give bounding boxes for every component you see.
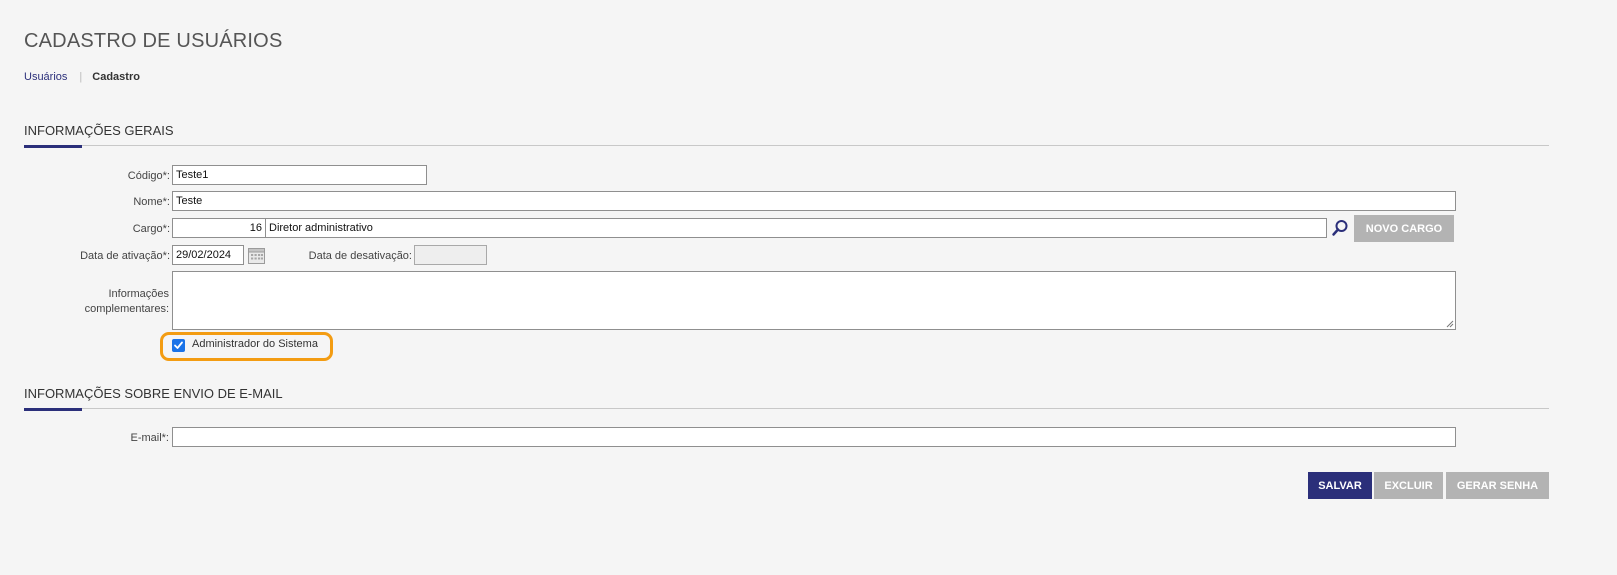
codigo-input[interactable]: Teste1	[172, 165, 427, 185]
page-title: CADASTRO DE USUÁRIOS	[24, 30, 283, 52]
cargo-description-input[interactable]: Diretor administrativo	[265, 218, 1327, 238]
breadcrumb-separator: |	[79, 71, 83, 83]
admin-checkbox[interactable]	[172, 339, 185, 352]
nome-input[interactable]: Teste	[172, 191, 1456, 211]
resize-grip-icon[interactable]	[1446, 320, 1454, 328]
section-title-email: INFORMAÇÕES SOBRE ENVIO DE E-MAIL	[24, 386, 283, 401]
novo-cargo-button[interactable]: NOVO CARGO	[1354, 215, 1454, 242]
check-icon	[174, 341, 183, 349]
cargo-label: Cargo*:	[132, 223, 170, 235]
page: CADASTRO DE USUÁRIOS Usuários | Cadastro I…	[0, 0, 1617, 575]
nome-label: Nome*:	[133, 196, 170, 208]
data-desativacao-input[interactable]	[414, 245, 487, 265]
section-accent	[24, 145, 82, 148]
email-label: E-mail*:	[130, 432, 169, 444]
section-title-general: INFORMAÇÕES GERAIS	[24, 123, 174, 138]
calendar-icon[interactable]	[247, 246, 266, 265]
informacoes-label: Informações complementares:	[60, 287, 169, 317]
section-divider	[24, 145, 1549, 146]
section-accent	[24, 408, 82, 411]
data-ativacao-input[interactable]: 29/02/2024	[172, 245, 244, 265]
breadcrumb: Usuários | Cadastro	[24, 71, 140, 83]
section-divider	[24, 408, 1549, 409]
save-button[interactable]: SALVAR	[1308, 472, 1372, 499]
generate-password-button[interactable]: GERAR SENHA	[1446, 472, 1549, 499]
breadcrumb-link-usuarios[interactable]: Usuários	[24, 71, 67, 83]
informacoes-label-line2: complementares:	[84, 303, 169, 315]
breadcrumb-current: Cadastro	[92, 71, 140, 83]
informacoes-textarea[interactable]	[172, 271, 1456, 330]
data-ativacao-label: Data de ativação*:	[80, 250, 170, 262]
informacoes-label-line1: Informações	[108, 288, 169, 300]
delete-button[interactable]: EXCLUIR	[1374, 472, 1443, 499]
admin-checkbox-label[interactable]: Administrador do Sistema	[192, 338, 318, 350]
search-icon[interactable]	[1331, 219, 1349, 237]
codigo-label: Código*:	[127, 170, 170, 182]
cargo-code-input[interactable]: 16	[172, 218, 266, 238]
email-input[interactable]	[172, 427, 1456, 447]
data-desativacao-label: Data de desativação:	[308, 250, 412, 262]
